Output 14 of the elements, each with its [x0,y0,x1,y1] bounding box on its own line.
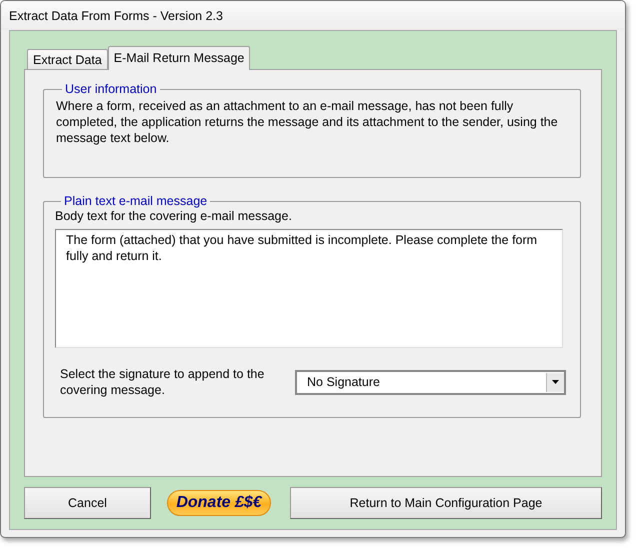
info-text: Where a form, received as an attachment to an e-mail message, has not been fully completed, the application returns the message and its attachment to the sender, using the message text below. [56,98,559,146]
group-title: Plain text e-mail message [63,194,208,208]
return-button[interactable]: Return to Main Configuration Page [290,487,602,519]
window-title: Extract Data From Forms - Version 2.3 [1,1,625,30]
tab[interactable]: Extract Data [27,49,108,69]
field-label: Select the signature to append to the covering message. [60,366,266,398]
cancel-button[interactable]: Cancel [24,487,151,519]
tab[interactable]: E-Mail Return Message [108,46,250,70]
field-label: Body text for the covering e-mail message. [55,208,293,224]
donate-button[interactable]: Donate £$€ [167,490,271,516]
signature-dropdown[interactable]: No Signature [295,370,566,394]
message-field[interactable]: The form (attached) that you have submitted is incomplete. Please complete the form fully and return it. [55,229,563,348]
group-title: User information [64,82,158,96]
caret-icon [552,380,559,384]
